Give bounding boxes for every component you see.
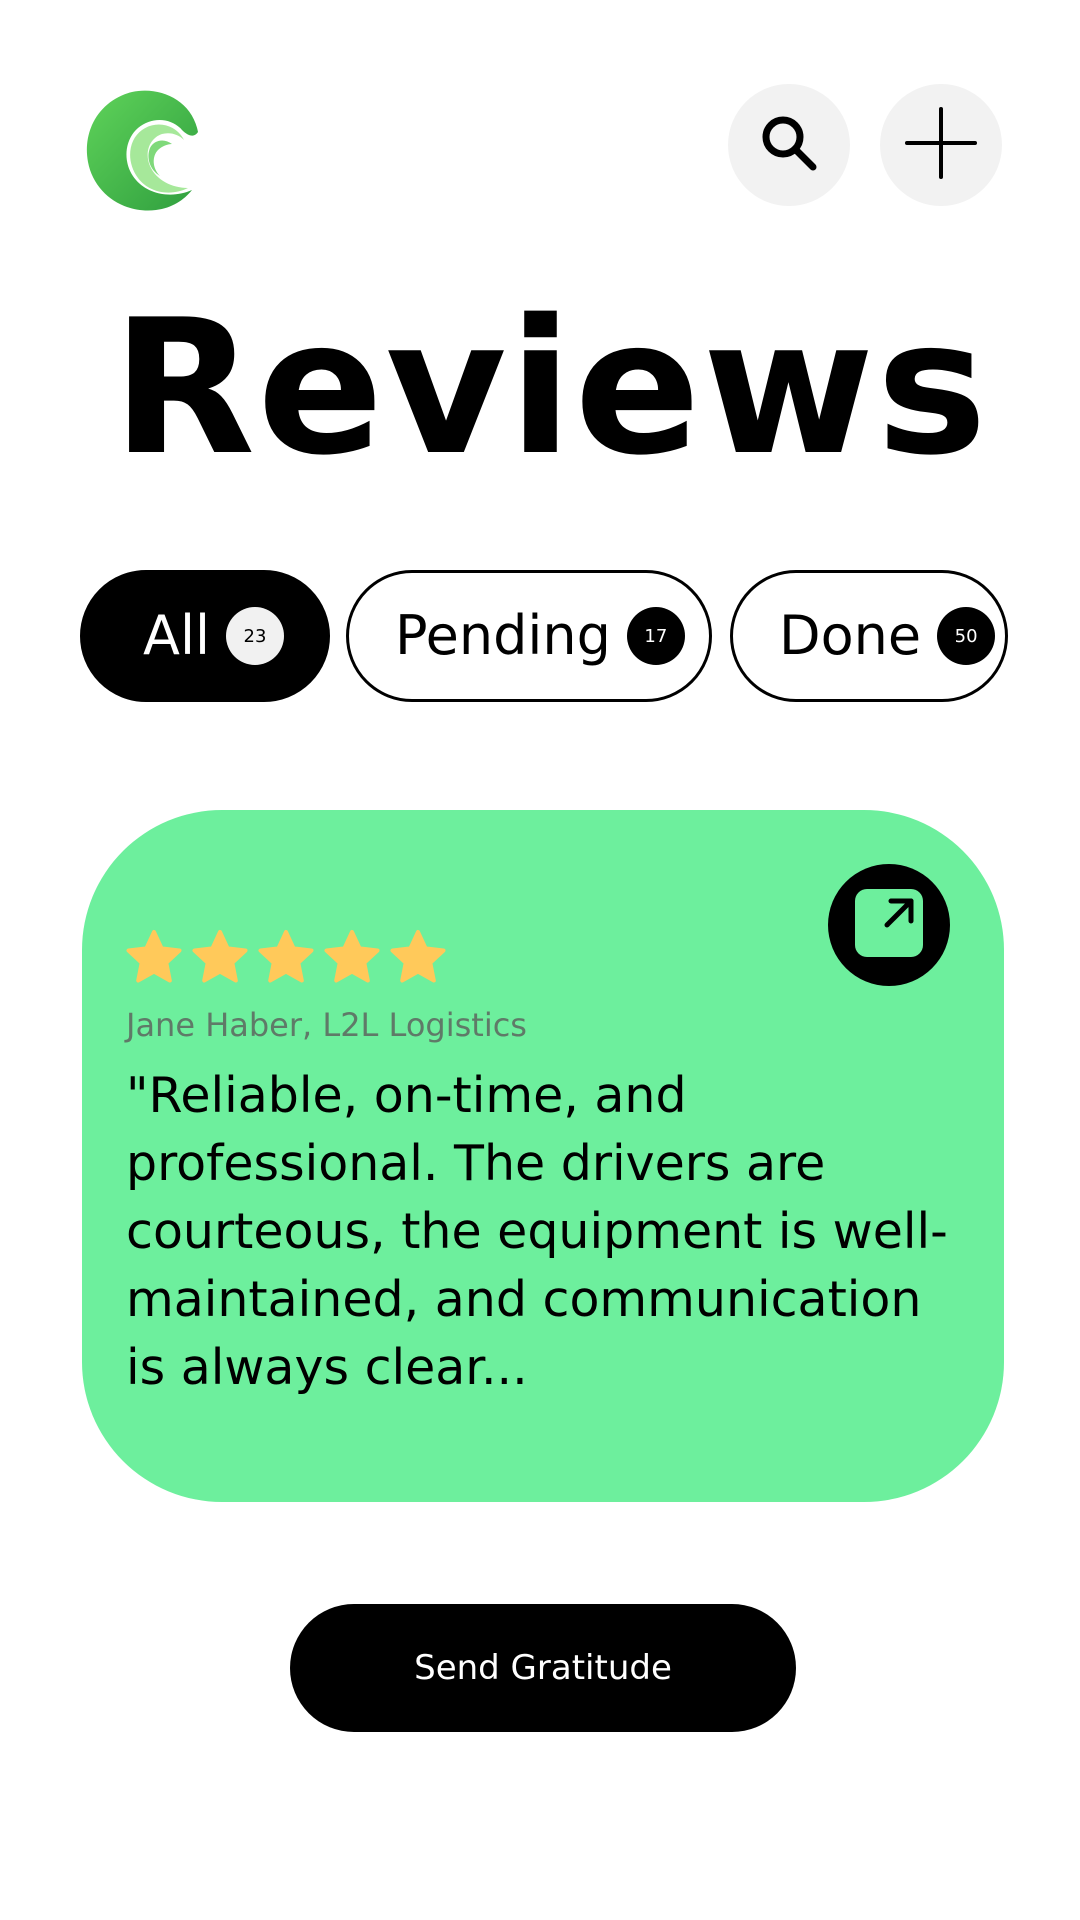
filter-chip-label: Pending	[395, 604, 611, 667]
star-rating	[124, 928, 448, 988]
reviewer-name: Jane Haber, L2L Logistics	[126, 1006, 527, 1044]
filter-chip-pending[interactable]: Pending 17	[346, 570, 712, 702]
star-icon	[390, 930, 446, 983]
filter-chip-all[interactable]: All 23	[80, 570, 330, 702]
review-card[interactable]: Jane Haber, L2L Logistics "Reliable, on-…	[82, 810, 1004, 1502]
review-text: "Reliable, on-time, and professional. Th…	[126, 1067, 948, 1396]
filter-count-badge: 50	[937, 607, 996, 665]
page-title: Reviews	[112, 279, 990, 496]
filter-chip-label: All	[143, 604, 210, 667]
star-icon	[192, 930, 248, 983]
filter-count-badge: 17	[626, 607, 685, 665]
search-button[interactable]	[728, 84, 850, 206]
send-gratitude-button[interactable]: Send Gratitude	[290, 1604, 796, 1732]
star-icon	[324, 930, 380, 983]
star-icon	[258, 930, 314, 983]
wave-logo-icon	[80, 82, 216, 218]
search-icon	[757, 111, 821, 179]
filter-count-badge: 23	[225, 607, 284, 665]
add-button[interactable]	[880, 84, 1002, 206]
open-review-button[interactable]	[828, 864, 950, 986]
external-link-icon	[849, 883, 929, 967]
filter-chip-label: Done	[779, 604, 922, 667]
filter-chip-done[interactable]: Done 50	[730, 570, 1008, 702]
plus-icon	[905, 107, 977, 183]
star-icon	[126, 930, 182, 983]
